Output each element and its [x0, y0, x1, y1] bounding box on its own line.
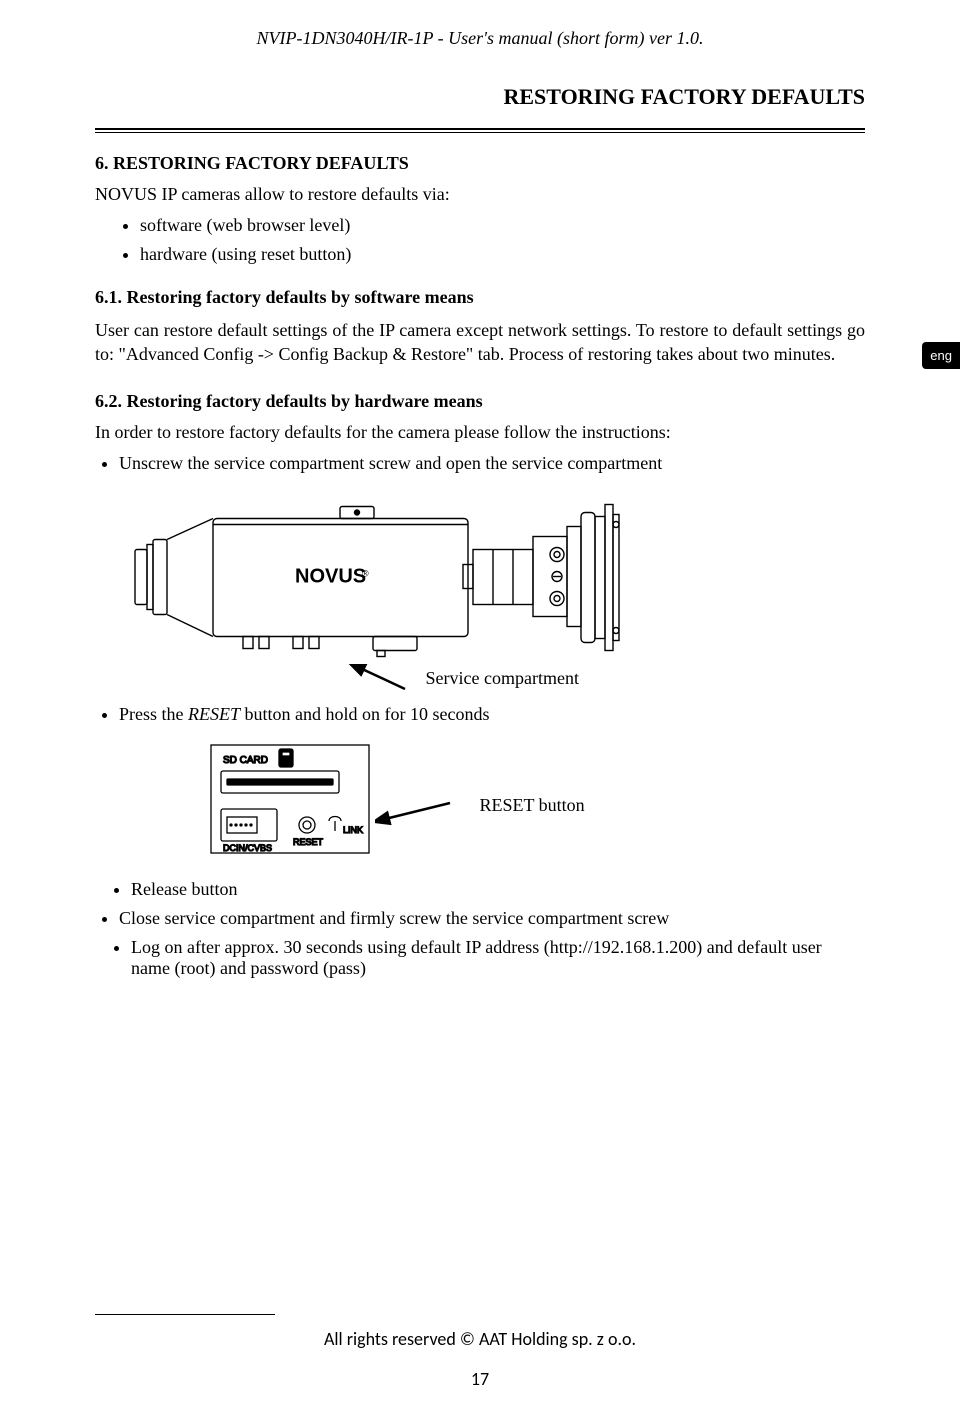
step-5: Log on after approx. 30 seconds using de…	[131, 937, 865, 979]
reset-callout: RESET button	[435, 781, 625, 816]
instruction-list-5: Log on after approx. 30 seconds using de…	[131, 937, 865, 979]
section-6-bullets: software (web browser level) hardware (u…	[140, 215, 865, 265]
section-6-2-title: 6.2. Restoring factory defaults by hardw…	[95, 391, 865, 412]
section-6-2-intro: In order to restore factory defaults for…	[95, 422, 865, 443]
instruction-list-3: Release button	[131, 879, 865, 900]
reset-svg: SD CARD DCIN/CVBS RESET LINK	[205, 739, 375, 859]
step-3: Release button	[131, 879, 865, 900]
language-tab: eng	[922, 342, 960, 369]
arrow-icon	[375, 799, 455, 829]
step-2-reset-word: RESET	[188, 704, 240, 724]
svg-text:LINK: LINK	[343, 825, 363, 835]
doc-header: NVIP-1DN3040H/IR-1P - User's manual (sho…	[95, 28, 865, 49]
instruction-list-4: Close service compartment and firmly scr…	[119, 908, 865, 929]
instruction-list: Unscrew the service compartment screw an…	[119, 453, 865, 474]
camera-diagram: NOVUS ® Service compartment	[125, 492, 865, 694]
bullet-hardware: hardware (using reset button)	[140, 244, 865, 265]
step-2-suffix: button and hold on for 10 seconds	[240, 704, 489, 724]
service-compartment-callout: Service compartment	[345, 664, 865, 694]
brand-text: NOVUS	[295, 565, 366, 587]
section-6-title: 6. RESTORING FACTORY DEFAULTS	[95, 153, 865, 174]
step-2-prefix: Press the	[119, 704, 188, 724]
footer-text: All rights reserved © AAT Holding sp. z …	[0, 1328, 960, 1350]
page-heading: RESTORING FACTORY DEFAULTS	[95, 84, 865, 110]
svg-text:DCIN/CVBS: DCIN/CVBS	[223, 843, 272, 853]
page-number: 17	[0, 1368, 960, 1390]
step-1: Unscrew the service compartment screw an…	[119, 453, 865, 474]
svg-text:®: ®	[362, 568, 369, 578]
instruction-list-2: Press the RESET button and hold on for 1…	[119, 704, 865, 725]
svg-text:SD CARD: SD CARD	[223, 755, 268, 766]
arrow-icon	[345, 664, 415, 694]
step-2: Press the RESET button and hold on for 1…	[119, 704, 865, 725]
step-4: Close service compartment and firmly scr…	[119, 908, 865, 929]
bullet-software: software (web browser level)	[140, 215, 865, 236]
reset-button-label: RESET button	[480, 795, 585, 815]
camera-svg: NOVUS ®	[125, 492, 705, 672]
section-6-intro: NOVUS IP cameras allow to restore defaul…	[95, 184, 865, 205]
heading-divider	[95, 128, 865, 133]
svg-text:RESET: RESET	[293, 837, 324, 847]
section-6-1-body: User can restore default settings of the…	[95, 318, 865, 367]
reset-diagram: SD CARD DCIN/CVBS RESET LINK RESET b	[205, 739, 865, 859]
footer-rule	[95, 1314, 275, 1315]
service-compartment-label: Service compartment	[426, 668, 579, 689]
section-6-1-title: 6.1. Restoring factory defaults by softw…	[95, 287, 865, 308]
